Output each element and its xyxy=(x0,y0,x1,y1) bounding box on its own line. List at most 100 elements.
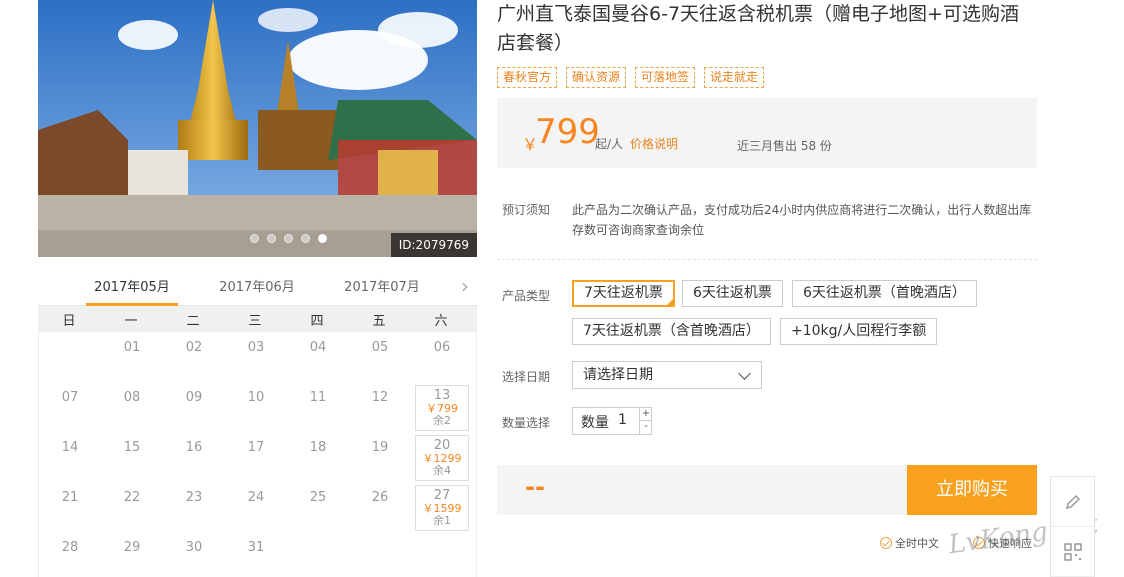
date-select-value: 请选择日期 xyxy=(583,367,653,383)
weekday-label: 六 xyxy=(434,313,448,329)
carousel-dot[interactable] xyxy=(301,234,310,243)
calendar-day: 23 xyxy=(163,482,225,532)
calendar-day: 28 xyxy=(39,532,101,577)
calendar-day-available[interactable]: 20 ￥1299 余4 xyxy=(415,435,469,481)
price-box: ￥ 799 起/人 价格说明 近三月售出 58 份 xyxy=(497,98,1037,168)
chevron-down-icon xyxy=(738,367,751,380)
qty-value[interactable]: 1 xyxy=(618,412,627,428)
weekday-label: 五 xyxy=(372,313,386,329)
calendar-day: 24 xyxy=(225,482,287,532)
date-select[interactable]: 请选择日期 xyxy=(572,361,762,389)
day-number: 11 xyxy=(309,390,327,405)
day-remaining: 余4 xyxy=(433,464,451,477)
quantity-stepper: 数量 1 + - xyxy=(572,407,652,435)
day-remaining: 余1 xyxy=(433,514,451,527)
divider xyxy=(497,259,1037,260)
price-explain-link[interactable]: 价格说明 xyxy=(630,135,678,152)
price-amount: 799 xyxy=(535,112,600,152)
day-number: 16 xyxy=(185,440,203,455)
type-option-7day[interactable]: 7天往返机票 xyxy=(572,280,675,307)
calendar-day: 03 xyxy=(225,332,287,382)
day-number: 15 xyxy=(123,440,141,455)
qrcode-tool[interactable] xyxy=(1051,527,1094,577)
guarantee-chinese: 全时中文 xyxy=(880,535,939,551)
tag-visa-on-arrival: 可落地签 xyxy=(635,67,696,88)
buy-bar: -- 立即购买 xyxy=(497,465,1037,515)
calendar-day: 16 xyxy=(163,432,225,482)
type-option-7day-hotel[interactable]: 7天往返机票（含首晚酒店） xyxy=(572,318,771,345)
carousel-dot[interactable] xyxy=(284,234,293,243)
day-number: 12 xyxy=(371,390,389,405)
day-number: 14 xyxy=(61,440,79,455)
carousel-dots xyxy=(250,234,327,243)
calendar-day-available[interactable]: 27 ￥1599 余1 xyxy=(415,485,469,531)
day-number: 08 xyxy=(123,390,141,405)
calendar-day: 07 xyxy=(39,382,101,432)
calendar-day-available[interactable]: 13 ￥799 余2 xyxy=(415,385,469,431)
calendar-day: 02 xyxy=(163,332,225,382)
product-photo[interactable]: ID:2079769 xyxy=(38,0,477,257)
calendar-day: 29 xyxy=(101,532,163,577)
calendar-day: 01 xyxy=(101,332,163,382)
day-number: 25 xyxy=(309,490,327,505)
temple-image xyxy=(38,0,477,257)
type-label: 产品类型 xyxy=(502,289,551,303)
day-number: 20 xyxy=(433,438,451,453)
day-number: 07 xyxy=(61,390,79,405)
type-option-6day[interactable]: 6天往返机票 xyxy=(682,280,783,307)
day-number: 22 xyxy=(123,490,141,505)
day-number: 09 xyxy=(185,390,203,405)
day-number: 06 xyxy=(433,340,451,355)
sold-count: 近三月售出 58 份 xyxy=(737,139,832,153)
qty-minus-button[interactable]: - xyxy=(639,421,652,434)
date-label: 选择日期 xyxy=(502,370,551,384)
weekday-header: 日一二三四五六 xyxy=(38,306,477,332)
carousel-dot[interactable] xyxy=(267,234,276,243)
day-number: 19 xyxy=(371,440,389,455)
tab-month-july[interactable]: 2017年07月 xyxy=(336,276,428,295)
calendar-day: 15 xyxy=(101,432,163,482)
weekday-label: 日 xyxy=(62,313,76,329)
photo-id-label: ID:2079769 xyxy=(390,233,477,257)
notice-label: 预订须知 xyxy=(502,203,551,217)
buy-now-button[interactable]: 立即购买 xyxy=(907,465,1037,515)
price-unit: 起/人 xyxy=(595,137,624,151)
calendar-day: 18 xyxy=(287,432,349,482)
side-toolbar xyxy=(1050,476,1095,577)
day-number: 03 xyxy=(247,340,265,355)
calendar-day: 08 xyxy=(101,382,163,432)
tag-go-now: 说走就走 xyxy=(704,67,765,88)
qrcode-icon xyxy=(1063,542,1082,561)
day-number: 10 xyxy=(247,390,265,405)
weekday-label: 一 xyxy=(124,313,138,329)
carousel-dot-active[interactable] xyxy=(318,234,327,243)
day-remaining: 余2 xyxy=(433,414,451,427)
qty-plus-button[interactable]: + xyxy=(639,408,652,421)
qty-prefix: 数量 xyxy=(581,415,609,431)
total-price: -- xyxy=(525,473,545,501)
pencil-icon xyxy=(1065,494,1080,509)
tab-month-may[interactable]: 2017年05月 xyxy=(86,276,178,306)
guarantee-chinese-label: 全时中文 xyxy=(895,537,939,550)
weekday-label: 二 xyxy=(186,313,200,329)
calendar-blank-cell xyxy=(39,332,101,382)
calendar-day: 26 xyxy=(349,482,411,532)
weekday-label: 四 xyxy=(310,313,324,329)
carousel-dot[interactable] xyxy=(250,234,259,243)
calendar-day: 22 xyxy=(101,482,163,532)
day-number: 27 xyxy=(433,488,451,503)
feedback-tool[interactable] xyxy=(1051,477,1094,527)
day-number: 26 xyxy=(371,490,389,505)
calendar-day: 25 xyxy=(287,482,349,532)
calendar-day: 21 xyxy=(39,482,101,532)
calendar-day: 10 xyxy=(225,382,287,432)
calendar-day: 31 xyxy=(225,532,287,577)
type-option-extra-baggage[interactable]: +10kg/人回程行李额 xyxy=(780,318,938,345)
calendar-day: 06 xyxy=(411,332,473,382)
day-number: 23 xyxy=(185,490,203,505)
next-month-chevron-icon[interactable]: › xyxy=(461,274,469,298)
type-option-6day-hotel[interactable]: 6天往返机票（首晚酒店） xyxy=(792,280,977,307)
day-number: 29 xyxy=(123,540,141,555)
product-title: 广州直飞泰国曼谷6-7天往返含税机票（赠电子地图+可选购酒店套餐） xyxy=(497,3,1019,54)
tab-month-june[interactable]: 2017年06月 xyxy=(211,276,303,295)
